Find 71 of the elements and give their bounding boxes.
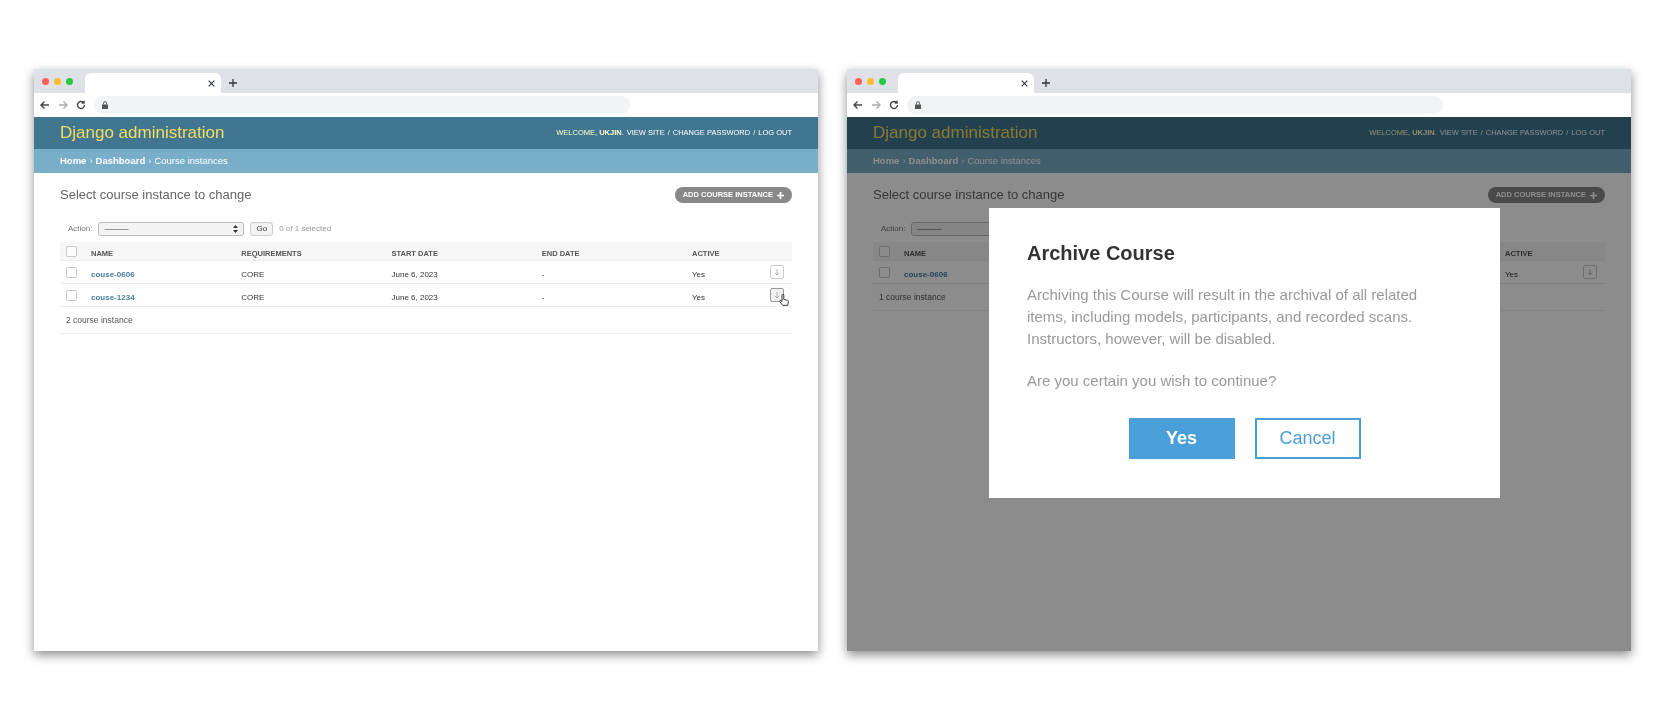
- close-icon[interactable]: [1021, 79, 1028, 87]
- back-arrow-icon[interactable]: [853, 100, 863, 110]
- reload-icon[interactable]: [76, 100, 86, 110]
- table-cell: -: [541, 270, 545, 279]
- arrow-down-icon: [774, 291, 780, 299]
- breadcrumb-link[interactable]: Dashboard: [908, 153, 959, 169]
- plus-icon[interactable]: [229, 79, 237, 87]
- hand-cursor-icon: [779, 294, 789, 306]
- breadcrumb-link[interactable]: Dashboard: [95, 153, 146, 169]
- table-cell: Yes: [692, 270, 706, 279]
- cancel-button[interactable]: Cancel: [1254, 418, 1361, 459]
- action-select[interactable]: ———: [98, 222, 245, 236]
- address-bar[interactable]: [907, 96, 1443, 114]
- action-label: Action:: [68, 223, 93, 235]
- maximize-window-icon[interactable]: [66, 77, 73, 85]
- confirm-button[interactable]: Yes: [1128, 418, 1235, 459]
- breadcrumb-separator: ›: [89, 153, 93, 168]
- table-cell: Yes: [1505, 270, 1519, 279]
- checkbox[interactable]: [879, 245, 890, 257]
- plus-icon[interactable]: [1042, 79, 1050, 87]
- close-window-icon[interactable]: [855, 77, 862, 85]
- go-button[interactable]: Go: [250, 222, 274, 236]
- table-cell: Yes: [692, 293, 706, 302]
- forward-arrow-icon[interactable]: [58, 100, 68, 110]
- table-cell: June 6, 2023: [391, 270, 438, 279]
- dialog-message: Are you certain you wish to continue?: [1027, 371, 1278, 391]
- table-cell: -: [541, 293, 545, 302]
- checkbox[interactable]: [66, 245, 77, 257]
- checkbox[interactable]: [66, 289, 77, 301]
- archive-button[interactable]: [770, 288, 784, 302]
- page-title: Select course instance to change: [873, 186, 1065, 205]
- result-count: 1 course instance: [879, 290, 946, 304]
- breadcrumb-separator: ›: [961, 153, 965, 168]
- arrow-down-icon: [1587, 268, 1593, 276]
- address-bar[interactable]: [94, 96, 630, 114]
- result-count: 2 course instance: [66, 313, 133, 327]
- close-window-icon[interactable]: [42, 77, 49, 85]
- lock-icon: [915, 101, 921, 109]
- breadcrumb-link[interactable]: Home: [873, 153, 900, 169]
- reload-icon[interactable]: [889, 100, 899, 110]
- minimize-window-icon[interactable]: [54, 77, 61, 85]
- arrow-down-icon: [774, 268, 780, 276]
- close-icon[interactable]: [208, 79, 215, 87]
- dialog-title: Archive Course: [1027, 241, 1176, 266]
- breadcrumb-link[interactable]: Home: [60, 153, 87, 169]
- record-link[interactable]: couse-0606: [904, 270, 948, 279]
- record-link[interactable]: couse-1234: [91, 293, 135, 302]
- maximize-window-icon[interactable]: [879, 77, 886, 85]
- breadcrumb-separator: ›: [902, 153, 906, 168]
- updown-caret-icon: [233, 225, 239, 233]
- breadcrumb-separator: ›: [148, 153, 152, 168]
- action-label: Action:: [881, 223, 906, 235]
- record-link[interactable]: couse-0606: [91, 270, 135, 279]
- table-cell: CORE: [241, 293, 265, 302]
- table-cell: June 6, 2023: [391, 293, 438, 302]
- lock-icon: [102, 101, 108, 109]
- site-title[interactable]: Django administration: [873, 120, 1038, 146]
- checkbox[interactable]: [66, 266, 77, 278]
- checkbox[interactable]: [879, 266, 890, 278]
- plus-icon: [1590, 191, 1597, 199]
- page-title: Select course instance to change: [60, 186, 252, 205]
- plus-icon: [777, 191, 784, 199]
- selection-count: 0 of 1 selected: [279, 223, 332, 235]
- site-title[interactable]: Django administration: [60, 120, 225, 146]
- breadcrumb-current: Course instances: [154, 153, 228, 168]
- forward-arrow-icon[interactable]: [871, 100, 881, 110]
- back-arrow-icon[interactable]: [40, 100, 50, 110]
- table-cell: CORE: [241, 270, 265, 279]
- dialog-message: Archiving this Course will result in the archival of all related items, including models, participants, and recorded scans. Instructors, however, will be disabled.: [1027, 285, 1419, 349]
- breadcrumb-current: Course instances: [967, 153, 1041, 168]
- minimize-window-icon[interactable]: [867, 77, 874, 85]
